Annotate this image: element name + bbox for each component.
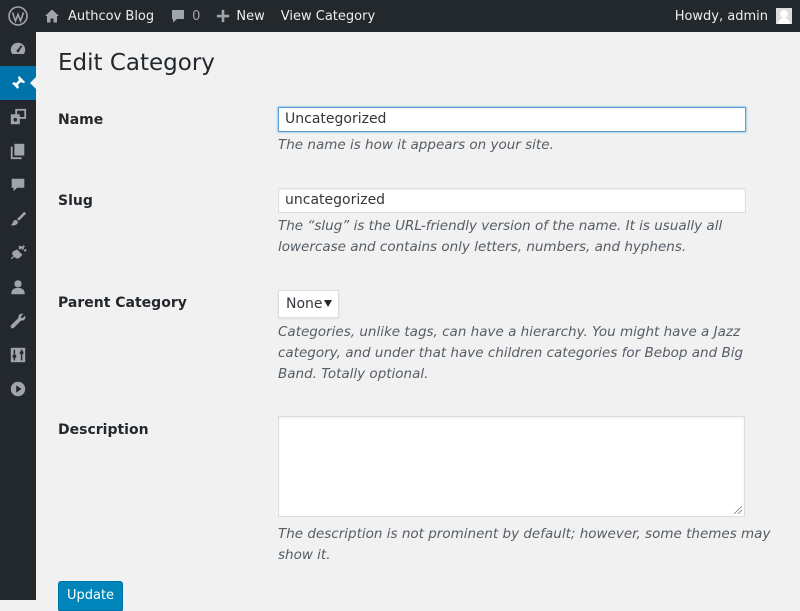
comments-link[interactable]: 0 [162,0,208,32]
plus-icon [217,9,230,23]
avatar [776,8,792,24]
dashboard-icon [10,42,26,54]
parent-category-label: Parent Category [58,295,187,311]
main-content: Edit Category Name Uncategorized The nam… [36,32,800,611]
parent-selected-value: None [286,296,323,312]
settings-sliders-icon [10,347,26,363]
menu-posts[interactable] [0,66,36,100]
pushpin-icon [11,75,26,90]
description-textarea[interactable] [278,416,745,517]
parent-category-select[interactable]: None [278,290,339,318]
play-icon [10,381,26,397]
paintbrush-icon [10,211,27,226]
page-title: Edit Category [58,50,215,76]
slug-input[interactable]: uncategorized [278,188,746,213]
menu-media[interactable] [0,100,36,134]
view-category-link[interactable]: View Category [273,0,383,32]
view-category-label: View Category [280,8,376,24]
site-name: Authcov Blog [68,8,155,24]
my-account-menu[interactable]: Howdy, admin [667,0,800,32]
media-icon [10,108,27,125]
menu-appearance[interactable] [0,202,36,236]
name-help: The name is how it appears on your site. [278,137,554,153]
menu-pages[interactable] [0,134,36,168]
name-input[interactable]: Uncategorized [278,107,746,132]
description-label: Description [58,422,149,438]
comments-count: 0 [192,8,201,24]
new-label: New [236,8,265,24]
comments-icon [11,178,25,192]
admin-bar: Authcov Blog 0 New View Category Howdy, … [0,0,800,32]
menu-settings[interactable] [0,338,36,372]
menu-plugins[interactable] [0,236,36,270]
wordpress-logo-icon[interactable] [0,0,36,32]
menu-dashboard[interactable] [0,32,36,66]
plug-icon [10,245,27,260]
dropdown-arrow-icon [324,300,332,307]
menu-video[interactable] [0,372,36,406]
slug-help: The “slug” is the URL-friendly version o… [278,218,723,255]
admin-menu [0,32,36,600]
update-button[interactable]: Update [58,581,123,611]
menu-tools[interactable] [0,304,36,338]
resize-grip-icon[interactable] [734,506,742,514]
new-content-link[interactable]: New [208,0,272,32]
greeting: Howdy, admin [674,8,768,24]
user-icon [11,280,25,295]
menu-users[interactable] [0,270,36,304]
parent-help: Categories, unlike tags, can have a hier… [278,324,744,382]
home-icon [45,9,59,23]
pages-icon [10,143,25,160]
comment-bubble-icon [172,10,185,23]
menu-comments[interactable] [0,168,36,202]
slug-label: Slug [58,193,93,209]
description-help: The description is not prominent by defa… [278,526,771,563]
wrench-icon [10,313,26,329]
site-name-link[interactable]: Authcov Blog [36,0,162,32]
name-label: Name [58,112,104,128]
